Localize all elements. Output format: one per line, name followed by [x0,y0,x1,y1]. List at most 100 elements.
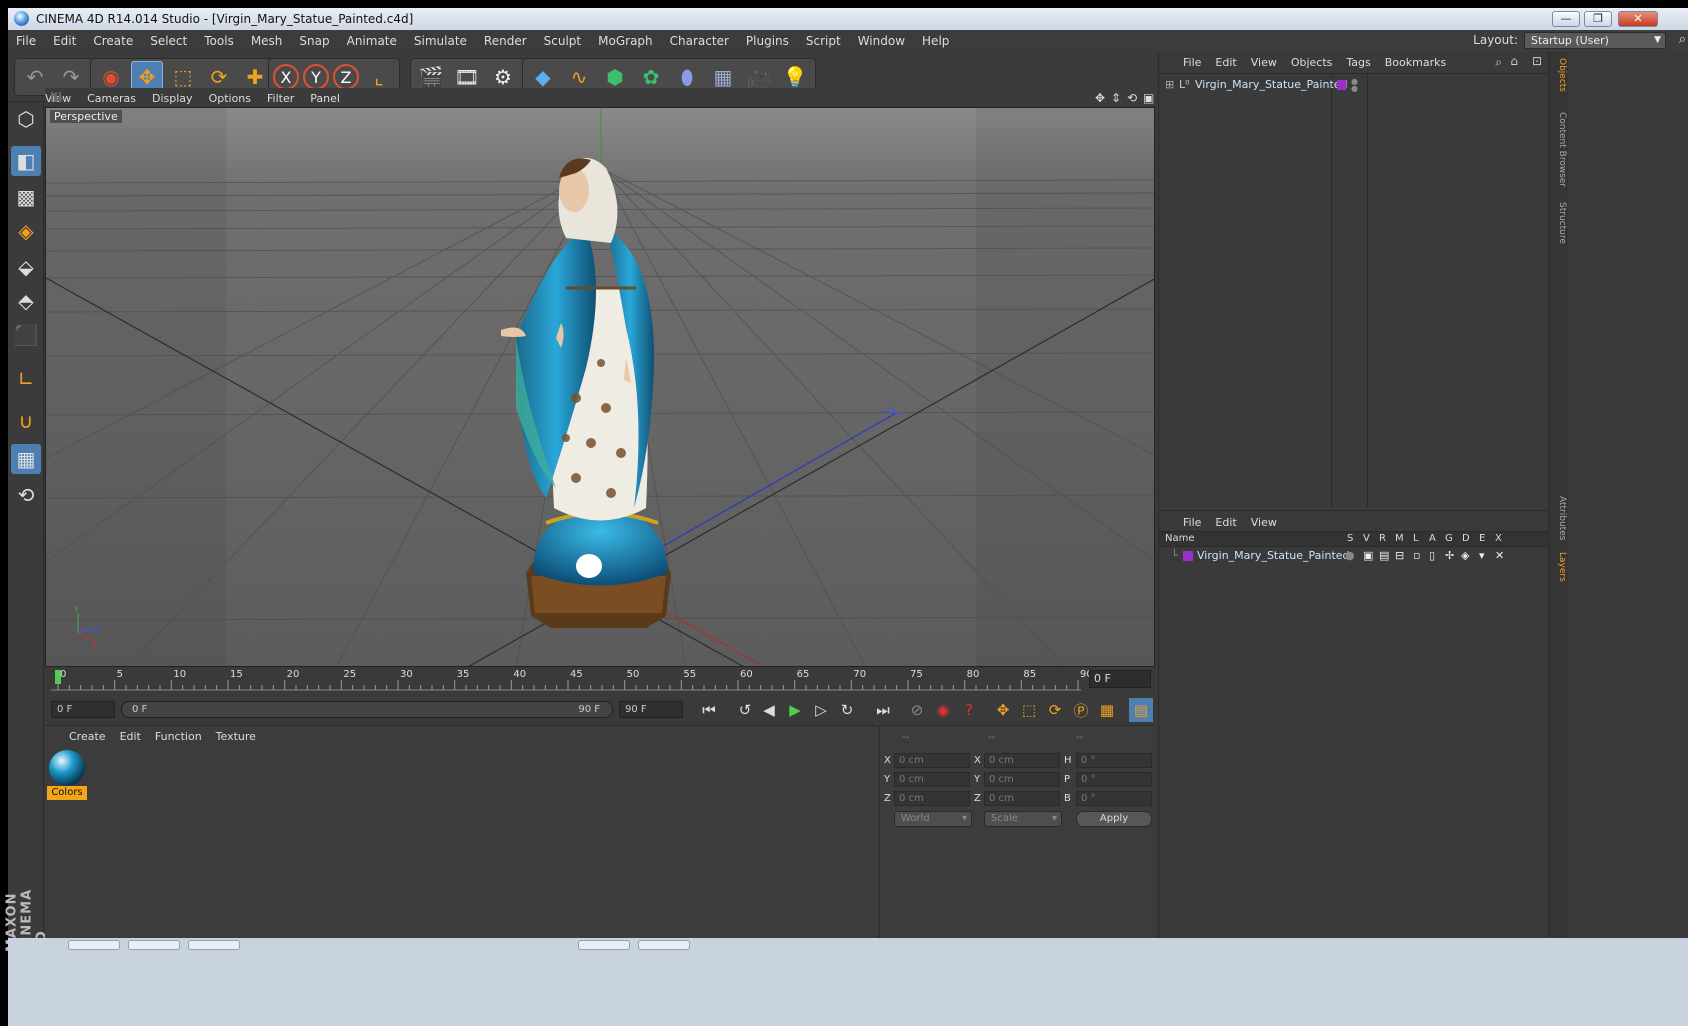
points-mode-icon[interactable]: ⬙ [11,252,41,282]
magnet-icon[interactable]: ∪ [11,406,41,436]
viewport-maximize-icon[interactable]: ▣ [1143,91,1154,105]
menu-window[interactable]: Window [858,34,905,48]
objects-menu-edit[interactable]: Edit [1215,56,1236,69]
objects-menu-tags[interactable]: Tags [1346,56,1370,69]
taskbar-item[interactable] [578,940,630,950]
viewport-rotate-icon[interactable]: ⟲ [1127,91,1137,105]
layer-xref-icon[interactable]: ✕ [1495,549,1504,562]
next-key-icon[interactable]: ↻ [835,698,859,722]
axis-mode-icon[interactable]: ∟ [11,364,41,394]
tab-structure[interactable]: Structure [1551,202,1567,244]
layer-col-expressions[interactable]: E [1479,533,1485,544]
layers-menu-file[interactable]: File [1183,516,1201,529]
rot-b-field[interactable]: 0 ° [1076,791,1152,806]
end-frame-field[interactable]: 90 F [619,701,683,718]
next-frame-icon[interactable]: ▷ [809,698,833,722]
pos-y-field[interactable]: 0 cm [894,772,970,787]
size-y-field[interactable]: 0 cm [984,772,1060,787]
go-to-end-icon[interactable]: ⏭ [871,698,895,722]
new-window-icon[interactable]: ⊡ [1532,54,1542,68]
menu-help[interactable]: Help [922,34,949,48]
tab-attributes[interactable]: Attributes [1551,496,1567,540]
objects-menu-view[interactable]: View [1251,56,1277,69]
layer-col-generators[interactable]: G [1445,533,1453,544]
viewport-zoom-icon[interactable]: ⇕ [1111,91,1121,105]
menu-edit[interactable]: Edit [53,34,76,48]
previous-key-icon[interactable]: ↺ [733,698,757,722]
menu-script[interactable]: Script [806,34,841,48]
apply-button[interactable]: Apply [1076,811,1152,827]
tab-layers[interactable]: Layers [1551,552,1567,582]
layer-col-deformers[interactable]: D [1462,533,1470,544]
viewport-menu-filter[interactable]: Filter [267,92,294,105]
menu-snap[interactable]: Snap [299,34,329,48]
pos-x-field[interactable]: 0 cm [894,753,970,768]
objects-menu-objects[interactable]: Objects [1291,56,1333,69]
timeline-ruler[interactable]: 0 5 10 15 20 25 30 35 40 45 50 55 60 65 70 75 80 85 90 0 F [45,668,1155,694]
tab-objects[interactable]: Objects [1551,58,1567,92]
previous-frame-icon[interactable]: ◀ [757,698,781,722]
menu-plugins[interactable]: Plugins [746,34,789,48]
material-menu-function[interactable]: Function [155,730,202,743]
menu-character[interactable]: Character [670,34,729,48]
size-x-field[interactable]: 0 cm [984,753,1060,768]
layer-col-solo[interactable]: S [1347,533,1353,544]
key-position-icon[interactable]: ✥ [991,698,1015,722]
viewport-move-icon[interactable]: ✥ [1095,91,1105,105]
autokey-icon[interactable]: ◉ [931,698,955,722]
taskbar-item[interactable] [188,940,240,950]
size-z-field[interactable]: 0 cm [984,791,1060,806]
taskbar-item[interactable] [128,940,180,950]
layer-solo-icon[interactable]: ● [1345,549,1355,562]
menu-mograph[interactable]: MoGraph [598,34,653,48]
taskbar-item[interactable] [638,940,690,950]
viewport-menu-display[interactable]: Display [152,92,193,105]
go-to-start-icon[interactable]: ⏮ [697,698,721,722]
size-mode-dropdown[interactable]: Scale ▾ [984,811,1062,827]
menu-sculpt[interactable]: Sculpt [544,34,581,48]
expand-icon[interactable]: ⊞ [1165,78,1174,91]
timeline-window-icon[interactable]: ▤ [1129,698,1153,722]
workplane-mode-icon[interactable]: ◈ [11,216,41,246]
edges-mode-icon[interactable]: ⬘ [11,286,41,316]
viewport-menu-panel[interactable]: Panel [310,92,340,105]
layer-view-icon[interactable]: ▣ [1363,549,1373,562]
layer-lock-icon[interactable]: ▫ [1413,549,1420,562]
layout-dropdown[interactable]: Startup (User) ▼ [1524,32,1666,49]
material-swatch[interactable]: Colors [47,748,87,800]
z-axis-icon[interactable]: Z [333,64,359,90]
menu-select[interactable]: Select [150,34,187,48]
layer-manager-icon[interactable]: ⊟ [1395,549,1404,562]
menu-tools[interactable]: Tools [204,34,234,48]
layers-menu-edit[interactable]: Edit [1215,516,1236,529]
menu-file[interactable]: File [16,34,36,48]
close-button[interactable]: ✕ [1618,11,1658,27]
object-row[interactable]: ⊞ L⁰ Virgin_Mary_Statue_Painted ● ● [1165,78,1545,94]
material-menu-create[interactable]: Create [69,730,106,743]
model-mode-icon[interactable]: ◧ [11,146,41,176]
layer-animation-icon[interactable]: ▯ [1429,549,1435,562]
objects-menu-bookmarks[interactable]: Bookmarks [1385,56,1446,69]
viewport-menu-cameras[interactable]: Cameras [87,92,136,105]
play-icon[interactable]: ▶ [783,698,807,722]
tab-content-browser[interactable]: Content Browser [1551,112,1567,187]
y-axis-icon[interactable]: Y [303,64,329,90]
key-pla-icon[interactable]: ▦ [1095,698,1119,722]
x-axis-icon[interactable]: X [273,64,299,90]
layer-col-xref[interactable]: X [1495,533,1502,544]
layers-menu-view[interactable]: View [1251,516,1277,529]
viewport-menu-options[interactable]: Options [209,92,251,105]
key-rotation-icon[interactable]: ⟳ [1043,698,1067,722]
material-menu-edit[interactable]: Edit [120,730,141,743]
make-editable-icon[interactable]: ⬡ [11,104,41,134]
search-icon[interactable]: ⌕ [1679,32,1686,47]
frame-range-slider[interactable]: 0 F 90 F [121,701,613,718]
record-keys-icon[interactable]: ⊘ [905,698,929,722]
layer-col-render[interactable]: R [1379,533,1386,544]
menu-render[interactable]: Render [484,34,527,48]
snap-grid-icon[interactable]: ▦ [11,444,41,474]
restore-button[interactable]: ❐ [1584,11,1612,27]
layer-render-icon[interactable]: ▤ [1379,549,1389,562]
taskbar-item[interactable] [68,940,120,950]
pos-z-field[interactable]: 0 cm [894,791,970,806]
